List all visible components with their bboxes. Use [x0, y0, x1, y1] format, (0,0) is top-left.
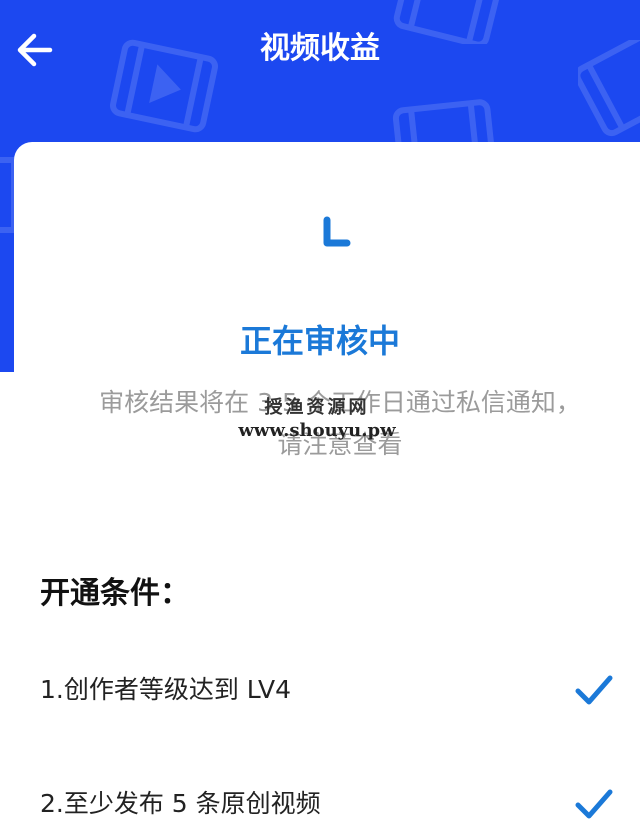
video-decoration-icon: [110, 39, 218, 133]
condition-item: 2.至少发布 5 条原创视频: [40, 782, 620, 826]
page-title: 视频收益: [260, 31, 380, 66]
condition-label: 1.创作者等级达到 LV4: [40, 675, 291, 704]
condition-label: 2.至少发布 5 条原创视频: [40, 789, 321, 818]
back-button[interactable]: [12, 28, 56, 72]
check-icon: [575, 675, 613, 705]
review-status-title: 正在审核中: [239, 322, 400, 360]
check-icon: [575, 789, 613, 819]
conditions-title: 开通条件：: [40, 576, 190, 611]
loading-spinner-icon: [323, 216, 351, 247]
arrow-left-icon: [17, 33, 53, 67]
video-decoration-icon: [578, 40, 640, 137]
condition-item: 1.创作者等级达到 LV4: [40, 668, 620, 712]
video-decoration-icon: [393, 0, 500, 44]
review-status-description: 审核结果将在 3-5 个工作日通过私信通知，请注意查看: [99, 388, 581, 459]
